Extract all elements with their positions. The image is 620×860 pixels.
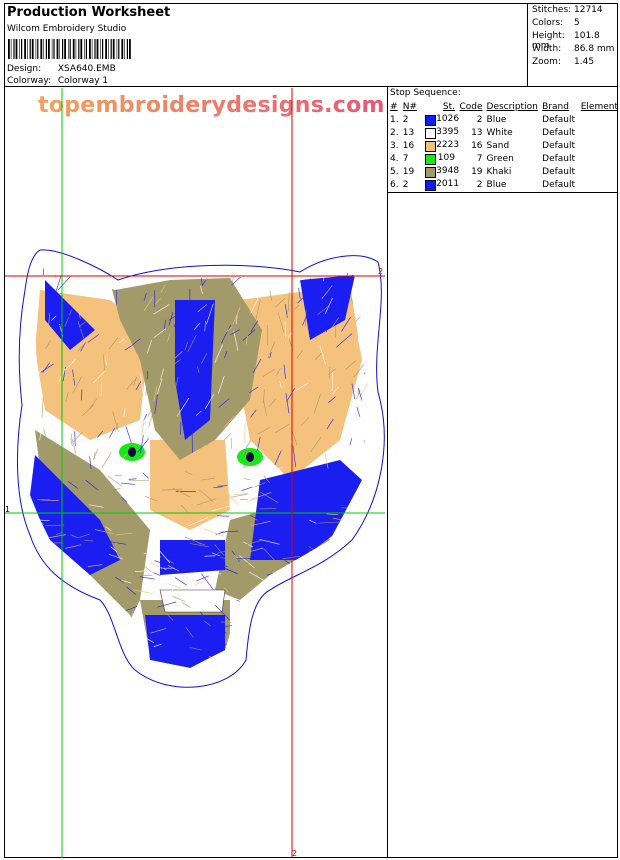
marker-two-bottom: 2 [292, 849, 298, 858]
design-canvas [5, 88, 385, 858]
marker-one: 1 [5, 505, 11, 514]
marker-two-right: 2 [378, 267, 384, 276]
wolf-embroidery [28, 268, 368, 668]
